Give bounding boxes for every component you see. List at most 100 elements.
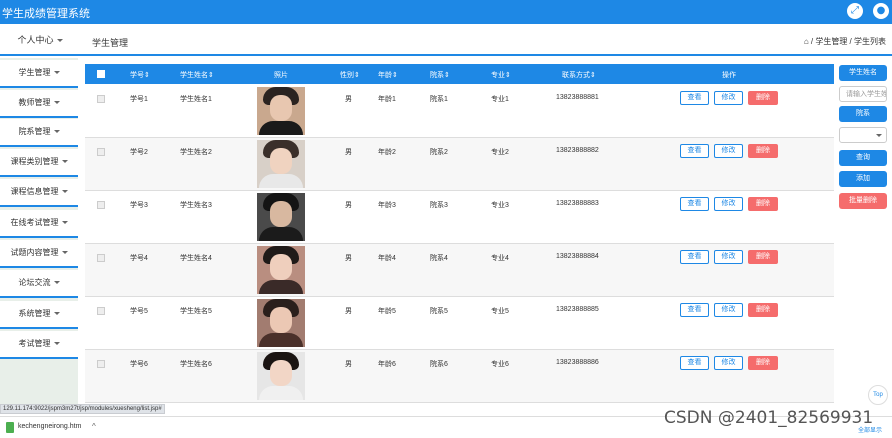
row-checkbox[interactable] [97, 148, 105, 156]
chevron-down-icon [53, 342, 60, 346]
header-student-id[interactable]: 学号⇕ [130, 70, 150, 80]
row-checkbox[interactable] [97, 307, 105, 315]
row-checkbox[interactable] [97, 95, 105, 103]
student-photo [257, 299, 305, 347]
cell-gender: 男 [345, 361, 352, 368]
cell-age: 年龄6 [378, 361, 396, 368]
edit-button[interactable]: 修改 [714, 144, 743, 158]
app-title: 学生成绩管理系统 [2, 8, 90, 20]
sidebar-item-course-info[interactable]: 课程信息管理 [0, 179, 78, 207]
cell-age: 年龄3 [378, 202, 396, 209]
cell-student-id: 学号5 [130, 308, 148, 315]
chevron-down-icon [61, 160, 68, 164]
cell-phone: 13823888884 [556, 253, 599, 260]
add-button[interactable]: 添加 [839, 171, 887, 187]
header-phone[interactable]: 联系方式⇕ [562, 70, 596, 80]
header-department[interactable]: 院系⇕ [430, 70, 450, 80]
cell-major: 专业3 [491, 202, 509, 209]
view-button[interactable]: 查看 [680, 303, 709, 317]
status-url: 129.11.174:9022/jspm3m27t/jsp/modules/xu… [0, 404, 165, 414]
cell-department: 院系6 [430, 361, 448, 368]
chevron-down-icon [53, 312, 60, 316]
table-row: 学号5 学生姓名5 男 年龄5 院系5 专业5 13823888885 查看 修改 删除 [85, 297, 834, 350]
download-item-name[interactable]: kechengneirong.htm [18, 423, 81, 430]
header-major[interactable]: 专业⇕ [491, 70, 511, 80]
sidebar-item-course-category[interactable]: 课程类别管理 [0, 149, 78, 177]
sidebar-item-question-content[interactable]: 试题内容管理 [0, 240, 78, 268]
download-menu-chevron-icon[interactable]: ^ [92, 422, 96, 431]
delete-button[interactable]: 删除 [748, 303, 778, 317]
table-row: 学号2 学生姓名2 男 年龄2 院系2 专业2 13823888882 查看 修改 删除 [85, 138, 834, 191]
table-header: 学号⇕ 学生姓名⇕ 照片 性别⇕ 年龄⇕ 院系⇕ 专业⇕ 联系方式⇕ 操作 [85, 64, 834, 84]
sidebar-item-exam[interactable]: 考试管理 [0, 331, 78, 359]
sidebar-item-label: 学生管理 [18, 68, 51, 77]
delete-button[interactable]: 删除 [748, 356, 778, 370]
breadcrumb[interactable]: ⌂ / 学生管理 / 学生列表 [804, 36, 886, 47]
cell-student-id: 学号3 [130, 202, 148, 209]
chevron-down-icon [61, 251, 68, 255]
cell-age: 年龄2 [378, 149, 396, 156]
cell-major: 专业1 [491, 96, 509, 103]
cell-gender: 男 [345, 202, 352, 209]
cell-student-id: 学号4 [130, 255, 148, 262]
sidebar-item-label: 试题内容管理 [10, 248, 59, 257]
edit-button[interactable]: 修改 [714, 303, 743, 317]
cell-student-name: 学生姓名4 [180, 255, 212, 262]
row-checkbox[interactable] [97, 201, 105, 209]
sidebar-item-teacher[interactable]: 教师管理 [0, 90, 78, 118]
watermark: CSDN @2401_82569931 [664, 408, 874, 428]
edit-button[interactable]: 修改 [714, 250, 743, 264]
sidebar-item-online-exam[interactable]: 在线考试管理 [0, 210, 78, 238]
cell-phone: 13823888881 [556, 94, 599, 101]
personal-center-menu[interactable]: 个人中心 [0, 24, 80, 56]
cell-major: 专业4 [491, 255, 509, 262]
page-title: 学生管理 [92, 38, 129, 48]
back-to-top-button[interactable]: Top [868, 385, 888, 405]
expand-icon[interactable]: ⤢ [847, 3, 863, 19]
cell-student-name: 学生姓名5 [180, 308, 212, 315]
header-gender[interactable]: 性别⇕ [340, 70, 360, 80]
user-icon[interactable]: ● [873, 3, 889, 19]
cell-student-name: 学生姓名6 [180, 361, 212, 368]
view-button[interactable]: 查看 [680, 356, 709, 370]
chevron-down-icon [53, 71, 60, 75]
row-checkbox[interactable] [97, 360, 105, 368]
search-input[interactable]: 请输入学生姓名 [839, 86, 887, 102]
table-row: 学号4 学生姓名4 男 年龄4 院系4 专业4 13823888884 查看 修改 删除 [85, 244, 834, 297]
cell-age: 年龄5 [378, 308, 396, 315]
department-label: 院系 [839, 106, 887, 122]
table-row: 学号1 学生姓名1 男 年龄1 院系1 专业1 13823888881 查看 修改 删除 [85, 85, 834, 138]
cell-department: 院系4 [430, 255, 448, 262]
sidebar-item-student[interactable]: 学生管理 [0, 60, 78, 88]
edit-button[interactable]: 修改 [714, 356, 743, 370]
sidebar-item-label: 系统管理 [18, 309, 51, 318]
view-button[interactable]: 查看 [680, 91, 709, 105]
header-student-name[interactable]: 学生姓名⇕ [180, 70, 214, 80]
edit-button[interactable]: 修改 [714, 197, 743, 211]
table-row: 学号6 学生姓名6 男 年龄6 院系6 专业6 13823888886 查看 修改 删除 [85, 350, 834, 403]
sidebar: 学生管理 教师管理 院系管理 课程类别管理 课程信息管理 在线考试管理 试题内容… [0, 58, 78, 404]
row-checkbox[interactable] [97, 254, 105, 262]
cell-student-id: 学号1 [130, 96, 148, 103]
sidebar-item-system[interactable]: 系统管理 [0, 301, 78, 329]
edit-button[interactable]: 修改 [714, 91, 743, 105]
cell-phone: 13823888885 [556, 306, 599, 313]
sidebar-item-forum[interactable]: 论坛交流 [0, 270, 78, 298]
student-photo [257, 246, 305, 294]
delete-button[interactable]: 删除 [748, 197, 778, 211]
header-age[interactable]: 年龄⇕ [378, 70, 398, 80]
select-all-checkbox[interactable] [97, 70, 105, 78]
view-button[interactable]: 查看 [680, 197, 709, 211]
query-button[interactable]: 查询 [839, 150, 887, 166]
header-actions: 操作 [722, 72, 736, 79]
batch-delete-button[interactable]: 批量删除 [839, 193, 887, 209]
delete-button[interactable]: 删除 [748, 250, 778, 264]
view-button[interactable]: 查看 [680, 250, 709, 264]
sidebar-item-label: 论坛交流 [18, 278, 51, 287]
delete-button[interactable]: 删除 [748, 91, 778, 105]
view-button[interactable]: 查看 [680, 144, 709, 158]
delete-button[interactable]: 删除 [748, 144, 778, 158]
department-select[interactable] [839, 127, 887, 143]
cell-age: 年龄4 [378, 255, 396, 262]
sidebar-item-department[interactable]: 院系管理 [0, 119, 78, 147]
